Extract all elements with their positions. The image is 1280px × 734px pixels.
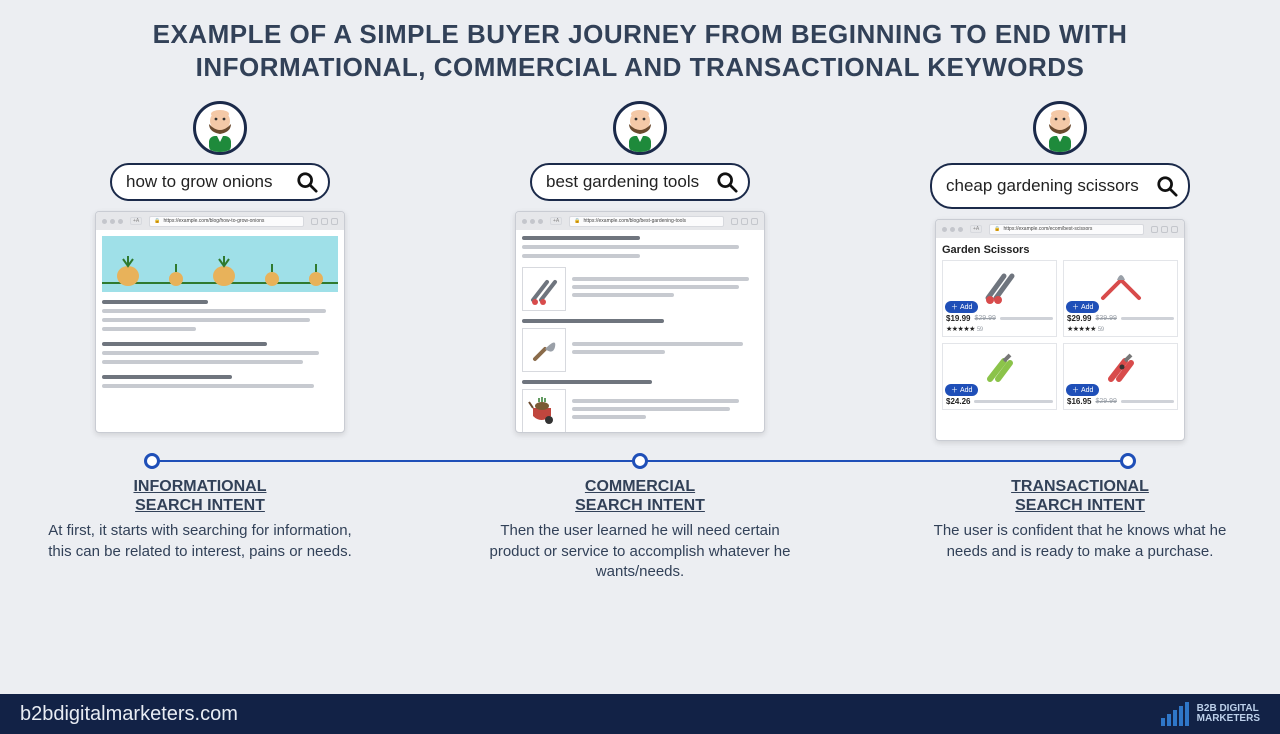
address-bar[interactable]: 🔒 https://example.com/blog/how-to-grow-o… [149,216,304,227]
search-icon [1156,175,1178,197]
stage-commercial: best gardening tools +A 🔒 https://exampl… [460,101,820,441]
persona-icon [1037,106,1083,152]
persona-icon [197,106,243,152]
add-button[interactable]: ＋Add [945,301,978,313]
caption-transactional: TRANSACTIONALSEARCH INTENT The user is c… [920,477,1240,582]
url-text: https://example.com/blog/how-to-grow-oni… [164,218,265,224]
thumb-wheelbarrow-icon [522,389,566,432]
address-bar[interactable]: 🔒 https://example.com/blog/best-gardenin… [569,216,724,227]
caption-commercial: COMMERCIALSEARCH INTENT Then the user le… [480,477,800,582]
search-pill[interactable]: cheap gardening scissors [930,163,1190,209]
caption-heading: TRANSACTIONALSEARCH INTENT [920,477,1240,515]
stages-row: how to grow onions +A 🔒 https://example.… [0,91,1280,441]
add-button[interactable]: ＋Add [1066,301,1099,313]
stage-informational: how to grow onions +A 🔒 https://example.… [40,101,400,441]
browser-controls [1151,226,1178,233]
footer: b2bdigitalmarketers.com B2B DIGITAL MARK… [0,694,1280,734]
article-body [96,230,344,432]
browser-mock: +A 🔒 https://example.com/blog/best-garde… [515,211,765,433]
browser-bar: +A 🔒 https://example.com/ecom/best-sciss… [936,220,1184,238]
search-text: best gardening tools [546,173,699,191]
timeline [60,451,1220,471]
page-title: EXAMPLE OF A SIMPLE BUYER JOURNEY FROM B… [0,0,1280,91]
list-item [522,389,758,432]
browser-mock: +A 🔒 https://example.com/ecom/best-sciss… [935,219,1185,441]
price: $29.99 [1067,314,1091,323]
url-text: https://example.com/ecom/best-scissors [1004,226,1093,232]
footer-logo: B2B DIGITAL MARKETERS [1161,702,1260,726]
plus-icon: ＋ [951,385,958,395]
search-icon [296,171,318,193]
avatar [1033,101,1087,155]
footer-domain: b2bdigitalmarketers.com [20,703,238,726]
price: $16.95 [1067,397,1091,406]
product-card[interactable]: ＋Add $19.99 $29.99 ★★★★★59 [942,260,1057,337]
stage-transactional: cheap gardening scissors +A 🔒 https://ex… [880,101,1240,441]
add-button[interactable]: ＋Add [945,384,978,396]
browser-controls [731,218,758,225]
caption-desc: At first, it starts with searching for i… [40,521,360,562]
plus-icon: ＋ [1072,385,1079,395]
logo-bars-icon [1161,702,1189,726]
captions-row: INFORMATIONALSEARCH INTENT At first, it … [0,471,1280,582]
product-card[interactable]: ＋Add $24.26 [942,343,1057,410]
url-text: https://example.com/blog/best-gardening-… [584,218,687,224]
avatar [613,101,667,155]
browser-controls [311,218,338,225]
lock-icon: 🔒 [154,218,160,224]
old-price: $29.99 [1095,398,1116,405]
timeline-node [144,453,160,469]
price: $19.99 [946,314,970,323]
timeline-node [1120,453,1136,469]
caption-informational: INFORMATIONALSEARCH INTENT At first, it … [40,477,360,582]
lock-icon: 🔒 [574,218,580,224]
address-bar[interactable]: 🔒 https://example.com/ecom/best-scissors [989,224,1144,235]
persona-icon [617,106,663,152]
product-card[interactable]: ＋Add $29.99 $39.99 ★★★★★59 [1063,260,1178,337]
product-card[interactable]: ＋Add $16.95 $29.99 [1063,343,1178,410]
rating: ★★★★★59 [946,325,1053,333]
list-item [522,267,758,311]
search-pill[interactable]: best gardening tools [530,163,750,201]
add-button[interactable]: ＋Add [1066,384,1099,396]
caption-heading: COMMERCIALSEARCH INTENT [480,477,800,515]
old-price: $29.99 [974,315,995,322]
thumb-trowel-icon [522,328,566,372]
list-item [522,328,758,372]
caption-desc: The user is confident that he knows what… [920,521,1240,562]
hero-image [102,236,338,292]
timeline-node [632,453,648,469]
avatar [193,101,247,155]
search-text: cheap gardening scissors [946,177,1139,195]
old-price: $39.99 [1095,315,1116,322]
lock-icon: 🔒 [994,226,1000,232]
rating: ★★★★★59 [1067,325,1174,333]
search-icon [716,171,738,193]
browser-bar: +A 🔒 https://example.com/blog/best-garde… [516,212,764,230]
caption-desc: Then the user learned he will need certa… [480,521,800,582]
plus-icon: ＋ [951,302,958,312]
search-pill[interactable]: how to grow onions [110,163,330,201]
browser-mock: +A 🔒 https://example.com/blog/how-to-gro… [95,211,345,433]
ecom-body: Garden Scissors ＋Add $19.99 $29.99 ★★★★★5… [936,238,1184,440]
plus-icon: ＋ [1072,302,1079,312]
caption-heading: INFORMATIONALSEARCH INTENT [40,477,360,515]
search-text: how to grow onions [126,173,272,191]
browser-bar: +A 🔒 https://example.com/blog/how-to-gro… [96,212,344,230]
price: $24.26 [946,397,970,406]
thumb-shears-icon [522,267,566,311]
list-body [516,230,764,432]
ecom-title: Garden Scissors [942,244,1178,256]
